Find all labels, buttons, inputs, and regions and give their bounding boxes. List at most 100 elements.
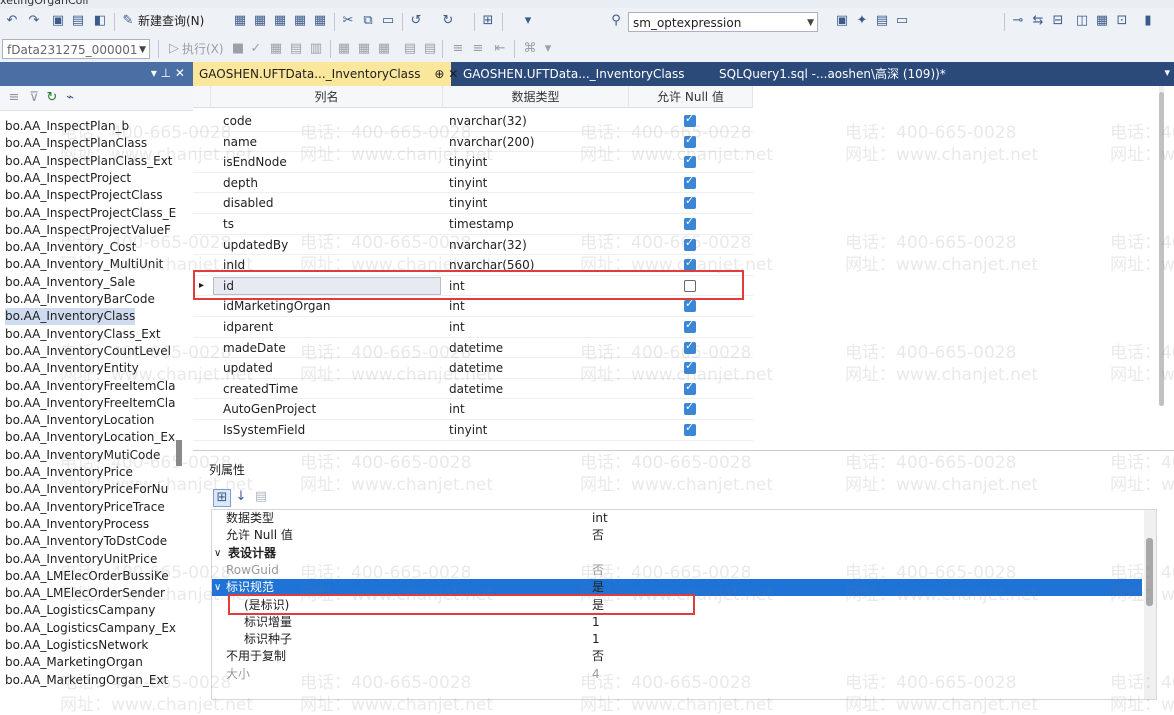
overflow-icon[interactable]: ▾ [540,41,556,57]
property-value[interactable]: 1 [592,631,600,648]
indexes-icon[interactable]: ⊟ [1050,13,1066,29]
property-value[interactable]: 否 [592,562,604,579]
relationships-icon[interactable]: ⇆ [1030,13,1046,29]
explorer-table-item[interactable]: bo.AA_InventoryToDstCode [5,533,167,550]
parse-icon[interactable]: ✓ [248,41,264,57]
back-icon[interactable]: ↶ [4,13,20,29]
data-type-cell[interactable]: datetime [449,379,503,400]
explorer-table-item[interactable]: bo.AA_InspectProject [5,170,131,187]
data-type-cell[interactable]: datetime [449,338,503,359]
query-dmx-icon[interactable]: ▦ [272,13,288,29]
explorer-table-item[interactable]: bo.AA_Inventory_MultiUnit [5,256,163,273]
allow-null-checkbox[interactable] [684,236,696,251]
explorer-table-item[interactable]: bo.AA_InventoryFreeItemCla [5,378,175,395]
explorer-table-item[interactable]: bo.AA_InventoryCountLevel [5,343,171,360]
column-name-cell[interactable]: depth [223,173,258,194]
plan-icon[interactable]: ▦ [336,41,352,57]
allow-null-checkbox[interactable] [684,297,696,313]
copy-icon[interactable]: ⧉ [360,13,376,29]
data-type-cell[interactable]: nvarchar(200) [449,132,535,153]
explorer-table-item[interactable]: bo.AA_LogisticsCampany [5,602,155,619]
allow-null-checkbox[interactable] [684,339,696,354]
execute-button[interactable]: 执行(X) [182,41,224,57]
allow-null-checkbox[interactable] [684,133,696,148]
explorer-table-item[interactable]: bo.AA_InspectProjectValueF [5,222,171,239]
column-name-cell[interactable]: disabled [223,193,274,214]
paste-icon[interactable]: ▭ [380,13,396,29]
new-project-icon[interactable]: ▣ [50,13,66,29]
expander-chevron-icon[interactable]: ∨ [214,579,221,596]
allow-null-checkbox[interactable] [684,380,696,395]
query-xmla-icon[interactable]: ▦ [292,13,308,29]
dropdown-arrow-icon[interactable]: ▾ [520,13,536,29]
new-query-icon[interactable]: ✎ [120,13,136,29]
explorer-table-item[interactable]: bo.AA_LMElecOrderBussiKe [5,568,169,585]
grid-scrollbar[interactable] [1159,86,1164,406]
data-type-cell[interactable]: tinyint [449,193,487,214]
zoom-icon[interactable]: ⊡ [1114,13,1130,29]
data-type-cell[interactable]: tinyint [449,420,487,441]
data-type-cell[interactable]: nvarchar(32) [449,111,527,132]
column-name-cell[interactable]: updatedBy [223,235,288,256]
explorer-table-item[interactable]: bo.AA_InspectPlan_b [5,118,129,135]
allow-null-checkbox[interactable] [684,421,696,436]
query-mdx-icon[interactable]: ▦ [252,13,268,29]
table-view-icon[interactable]: ▦ [1094,13,1110,29]
column-name-cell[interactable]: createdTime [223,379,298,400]
redo-icon[interactable]: ↻ [440,13,456,29]
properties-icon[interactable]: ▣ [834,13,850,29]
column-name-cell[interactable]: code [223,111,252,132]
forward-icon[interactable]: ↷ [26,13,42,29]
explorer-scrollbar[interactable] [176,440,182,466]
column-name-cell[interactable]: AutoGenProject [223,399,316,420]
explorer-table-item[interactable]: bo.AA_InventoryUnitPrice [5,551,157,568]
refresh-icon[interactable]: ↻ [44,90,60,106]
allow-null-checkbox[interactable] [684,400,696,416]
explorer-pin-controls[interactable]: ▾ ⊥ ✕ [151,66,185,80]
grid-scrollbar-thumb[interactable] [1159,92,1164,406]
explorer-table-item[interactable]: bo.AA_InventoryMutiCode [5,447,160,464]
outdent-icon[interactable]: ⇤ [492,41,508,57]
results-grid-icon[interactable]: ▦ [268,41,284,57]
connection-dropdown[interactable]: fData231275_000001 ▼ [2,39,150,59]
data-type-cell[interactable]: int [449,317,465,338]
explorer-table-item[interactable]: bo.AA_InspectPlanClass_Ext [5,153,173,170]
explorer-table-item[interactable]: bo.AA_InventoryPriceForNu [5,481,168,498]
column-name-cell[interactable]: ts [223,214,234,235]
save-icon[interactable]: ▤ [70,13,86,29]
more-icon[interactable]: ▮ [1140,13,1156,29]
explorer-table-item[interactable]: bo.AA_Inventory_Sale [5,274,135,291]
property-value[interactable]: 4 [592,666,600,683]
tab-sql-query[interactable]: SQLQuery1.sql -...aoshen\高深 (109))* [713,62,973,86]
properties-scrollbar[interactable] [1144,510,1156,699]
column-name-cell[interactable]: isEndNode [223,152,287,173]
save-all-icon[interactable]: ◧ [92,13,108,29]
outdent-icon[interactable]: ≡ [470,41,486,57]
data-type-cell[interactable]: datetime [449,358,503,379]
column-name-cell[interactable]: updated [223,358,273,379]
explorer-table-item[interactable]: bo.AA_LMElecOrderSender [5,585,165,602]
explorer-table-item[interactable]: bo.AA_InventoryPrice [5,464,133,481]
explorer-table-item[interactable]: bo.AA_InventoryPriceTrace [5,499,165,516]
data-type-cell[interactable]: nvarchar(32) [449,235,527,256]
allow-null-checkbox[interactable] [684,153,696,169]
filter-icon[interactable]: ⊽ [26,90,42,106]
column-name-cell[interactable]: idparent [223,317,273,338]
explorer-table-item[interactable]: bo.AA_InventoryEntity [5,360,139,377]
property-value[interactable]: int [592,510,608,527]
key-icon[interactable]: ⊸ [1010,13,1026,29]
query-db-icon[interactable]: ▦ [232,13,248,29]
explorer-table-item[interactable]: bo.AA_MarketingOrgan [5,654,143,671]
results-text-icon[interactable]: ▤ [288,41,304,57]
specify-values-icon[interactable]: ⌘ [522,41,538,57]
execute-icon[interactable]: ▷ [166,41,182,57]
column-name-cell[interactable]: madeDate [223,338,286,359]
allow-null-checkbox[interactable] [684,318,696,333]
allow-null-checkbox[interactable] [684,215,696,230]
tab-designer-active[interactable]: GAOSHEN.UFTData..._InventoryClass ⊕ ✕ [193,62,458,86]
sort-az-icon[interactable]: ↓ [233,489,249,505]
undo-icon[interactable]: ↺ [408,13,424,29]
activity-icon[interactable]: ⌁ [62,90,78,106]
explorer-table-item[interactable]: bo.AA_MarketingOrgan_Ext [5,672,168,689]
tab-designer-secondary[interactable]: GAOSHEN.UFTData..._InventoryClass [457,62,687,86]
